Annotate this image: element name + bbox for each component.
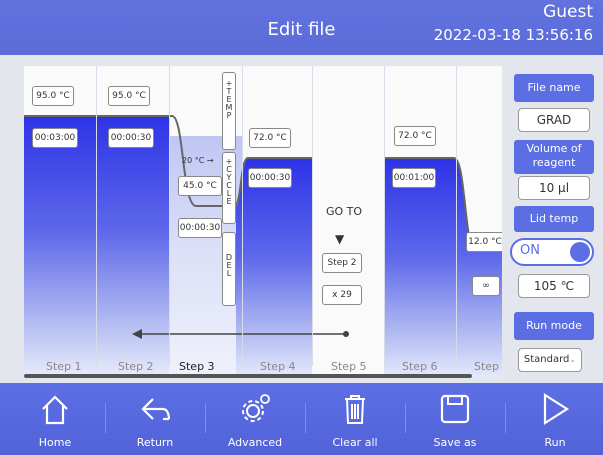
gear-icon bbox=[242, 394, 270, 422]
step-4-temp[interactable]: 72.0 °C bbox=[249, 128, 291, 148]
step-7-temp[interactable]: 12.0 °C bbox=[466, 232, 502, 252]
goto-step-field[interactable]: Step 2 bbox=[322, 253, 362, 273]
step-5-label[interactable]: Step 5 bbox=[331, 360, 367, 373]
step-3-temp[interactable]: 45.0 °C bbox=[178, 176, 222, 196]
step-3-label[interactable]: Step 3 bbox=[179, 360, 215, 373]
user-name: Guest bbox=[543, 2, 593, 22]
step-2-label[interactable]: Step 2 bbox=[118, 360, 154, 373]
sidebar: File name GRAD Volume of reagent 10 μl L… bbox=[508, 66, 603, 380]
home-icon bbox=[42, 395, 68, 425]
volume-button[interactable]: Volume of reagent bbox=[514, 140, 594, 174]
step-1-time[interactable]: 00:03:00 bbox=[32, 128, 78, 148]
step-6-label[interactable]: Step 6 bbox=[402, 360, 438, 373]
file-name-field[interactable]: GRAD bbox=[518, 108, 590, 132]
step-4-label[interactable]: Step 4 bbox=[260, 360, 296, 373]
step-6-time[interactable]: 00:01:00 bbox=[392, 168, 436, 188]
trash-icon bbox=[345, 395, 365, 424]
return-icon bbox=[141, 398, 171, 421]
step-7-time[interactable]: ∞ bbox=[472, 276, 500, 296]
header-bar: Edit file Guest 2022-03-18 13:56:16 bbox=[0, 0, 603, 55]
program-canvas: 95.0 °C 95.0 °C 72.0 °C 72.0 °C 12.0 °C … bbox=[24, 66, 502, 378]
goto-arrowhead bbox=[132, 329, 142, 339]
goto-down-icon: ▼ bbox=[335, 232, 345, 246]
goto-label: GO TO bbox=[325, 205, 363, 218]
home-button[interactable]: Home bbox=[5, 383, 105, 455]
step-1-temp[interactable]: 95.0 °C bbox=[32, 86, 74, 106]
chevron-down-icon: ⌄ bbox=[569, 355, 577, 364]
footer-toolbar: Home Return Advanced Clear all Save as R… bbox=[0, 383, 603, 455]
step-2-temp[interactable]: 95.0 °C bbox=[108, 86, 150, 106]
step-4-time[interactable]: 00:00:30 bbox=[248, 168, 292, 188]
step-6-temp[interactable]: 72.0 °C bbox=[394, 126, 436, 146]
step-3-gradient: 20 °C → bbox=[182, 156, 214, 165]
run-button[interactable]: Run bbox=[505, 383, 603, 455]
save-as-button[interactable]: Save as bbox=[405, 383, 505, 455]
file-name-button[interactable]: File name bbox=[514, 74, 594, 102]
lid-temp-field[interactable]: 105 ℃ bbox=[518, 274, 590, 298]
step-2-time[interactable]: 00:00:30 bbox=[108, 128, 154, 148]
run-mode-button[interactable]: Run mode bbox=[514, 312, 594, 340]
return-button[interactable]: Return bbox=[105, 383, 205, 455]
step-1-label[interactable]: Step 1 bbox=[46, 360, 82, 373]
toggle-knob bbox=[570, 242, 590, 262]
volume-field[interactable]: 10 μl bbox=[518, 176, 590, 200]
goto-count-field[interactable]: x 29 bbox=[322, 285, 362, 305]
advanced-button[interactable]: Advanced bbox=[205, 383, 305, 455]
step-3-time[interactable]: 00:00:30 bbox=[178, 218, 222, 238]
play-icon bbox=[543, 392, 570, 426]
add-cycle-button[interactable]: +CYCLE bbox=[222, 152, 236, 224]
save-icon bbox=[440, 394, 470, 424]
run-mode-select[interactable]: Standard⌄ bbox=[518, 348, 582, 372]
step-7-label[interactable]: Step bbox=[474, 360, 499, 373]
horizontal-scrollbar[interactable] bbox=[24, 374, 472, 378]
add-temp-button[interactable]: +TEMP bbox=[222, 72, 236, 150]
clear-all-button[interactable]: Clear all bbox=[305, 383, 405, 455]
delete-step-button[interactable]: DEL bbox=[222, 232, 236, 306]
lid-temp-toggle[interactable]: ON bbox=[510, 238, 594, 266]
lid-temp-button[interactable]: Lid temp bbox=[514, 206, 594, 232]
datetime: 2022-03-18 13:56:16 bbox=[433, 26, 593, 44]
